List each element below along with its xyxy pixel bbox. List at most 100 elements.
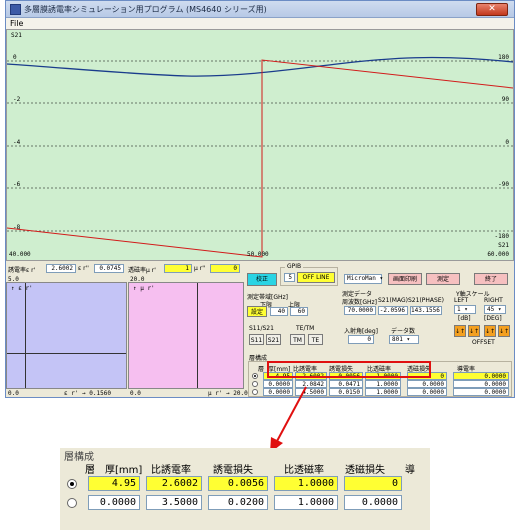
- er-subplot-title: ↑ ε r': [11, 285, 33, 292]
- layer-3-magnetic-loss[interactable]: 0.0000: [407, 380, 447, 388]
- mu-subplot-axis: μ r' → 20.0: [208, 390, 248, 397]
- s21-graph: S21 0 -2 -4 -6 -8 180 90 0 -90 -180 S21 …: [6, 29, 514, 261]
- zoom-layer-1-radio[interactable]: [67, 479, 77, 489]
- zoom-col-header: 導: [405, 465, 415, 476]
- gpib-group: GPIB 5 OFF LINE: [280, 263, 338, 286]
- layer-3-permeability[interactable]: 1.0000: [365, 380, 401, 388]
- zoom-col-header: 透磁損失: [345, 465, 385, 476]
- measure-button[interactable]: 測定: [426, 273, 460, 285]
- left-tick: -2: [13, 96, 21, 103]
- mu-subplot-title: ↑ μ r': [133, 285, 155, 292]
- title-bar: 多層膜誘電率シミュレーション用プログラム (MS4640 シリーズ用) ✕: [6, 1, 514, 18]
- zoom-layer-1-thickness[interactable]: 4.95: [88, 476, 140, 491]
- gpib-caption: GPIB: [285, 263, 304, 270]
- zoom-col-header: 比誘電率: [151, 465, 191, 476]
- lower-freq-input[interactable]: 40: [270, 307, 288, 316]
- layer-3-conductivity[interactable]: 0.0000: [453, 380, 509, 388]
- left-tick: -4: [13, 139, 21, 146]
- er2-input[interactable]: 0.0745: [94, 264, 124, 273]
- calibrate-button[interactable]: 校正: [247, 273, 277, 286]
- left-tick: -6: [13, 181, 21, 188]
- left-offset-arrows-2[interactable]: ↓↑: [468, 325, 480, 337]
- right-offset-arrows-2[interactable]: ↓↑: [498, 325, 510, 337]
- zoom-layer-2-permeability[interactable]: 1.0000: [274, 495, 338, 510]
- er-subplot-max: 5.0: [8, 276, 19, 283]
- zoom-col-header: 層: [85, 465, 95, 476]
- exit-button[interactable]: 終了: [474, 273, 508, 285]
- scale-left-select[interactable]: 1 ▾: [454, 305, 476, 314]
- layer-3-radio[interactable]: [252, 381, 258, 387]
- zoom-layer-2-permittivity[interactable]: 3.5000: [146, 495, 202, 510]
- db-label: [dB]: [458, 315, 471, 322]
- s21-phase-curve: [7, 59, 513, 258]
- er-subplot: ↑ ε r': [6, 282, 127, 389]
- zoom-layer-1-permeability[interactable]: 1.0000: [274, 476, 338, 491]
- right-tick: 0: [505, 139, 509, 146]
- s-caption: S11/S21: [249, 325, 274, 332]
- screen-print-button[interactable]: 画面印刷: [388, 273, 422, 285]
- x-tick: 40.000: [9, 251, 31, 258]
- layer-3-dielectric-loss[interactable]: 0.0471: [329, 380, 363, 388]
- offline-button[interactable]: OFF LINE: [297, 272, 335, 283]
- zoom-layer-2-radio[interactable]: [67, 498, 77, 508]
- er-label: 誘電率ε r': [8, 267, 36, 274]
- mu2-input[interactable]: 0: [210, 264, 240, 273]
- s21-button[interactable]: S21: [266, 334, 281, 345]
- menu-file[interactable]: File: [10, 19, 23, 28]
- tm-button[interactable]: TM: [290, 334, 305, 345]
- scale-left-label: LEFT: [454, 297, 469, 304]
- zoom-layer-2-dielectric-loss[interactable]: 0.0200: [208, 495, 268, 510]
- right-tick: -180: [494, 233, 509, 240]
- er2-label: ε r'': [78, 265, 89, 272]
- set-band-button[interactable]: 設定: [247, 306, 267, 317]
- s21-magnitude-curve: [7, 56, 513, 77]
- close-button[interactable]: ✕: [476, 3, 508, 16]
- highlight-box: [267, 361, 431, 378]
- zoom-layer-1-dielectric-loss[interactable]: 0.0056: [208, 476, 268, 491]
- er-input[interactable]: 2.6002: [46, 264, 76, 273]
- right-tick: 180: [498, 54, 509, 61]
- er-subplot-axis: ε r' → 0.1560: [64, 390, 111, 397]
- phase-value: 143.1556: [410, 306, 442, 315]
- s11-button[interactable]: S11: [249, 334, 264, 345]
- window-title: 多層膜誘電率シミュレーション用プログラム (MS4640 シリーズ用): [24, 5, 267, 14]
- mu2-label: μ r'': [194, 265, 206, 272]
- mu-label: 透磁率μ r': [128, 267, 156, 274]
- zoom-layer-2-magnetic-loss[interactable]: 0.0000: [344, 495, 402, 510]
- layer-4-magnetic-loss[interactable]: 0.0000: [407, 388, 447, 396]
- zoom-layer-1-magnetic-loss[interactable]: 0: [344, 476, 402, 491]
- zoom-col-header: 誘電損失: [213, 465, 253, 476]
- zoom-col-header: 厚[mm]: [105, 465, 143, 476]
- right-tick: -90: [498, 181, 509, 188]
- gpib-address-input[interactable]: 5: [284, 273, 295, 282]
- scale-right-label: RIGHT: [484, 297, 503, 304]
- layer-4-dielectric-loss[interactable]: 0.0150: [329, 388, 363, 396]
- zoom-panel: 層構成 層 厚[mm] 比誘電率 誘電損失 比透磁率 透磁損失 導 4.95 2…: [60, 448, 430, 530]
- layer-1-radio[interactable]: [252, 373, 258, 379]
- menu-bar: File: [6, 18, 514, 29]
- angle-input[interactable]: 0: [348, 335, 374, 344]
- upper-freq-input[interactable]: 60: [290, 307, 308, 316]
- layer-4-permeability[interactable]: 1.0000: [365, 388, 401, 396]
- points-select[interactable]: 801 ▾: [389, 335, 419, 344]
- zoom-layer-1-permittivity[interactable]: 2.6002: [146, 476, 202, 491]
- mu-subplot-max: 20.0: [130, 276, 145, 283]
- layer-1-conductivity[interactable]: 0.0000: [453, 372, 509, 380]
- right-offset-arrows[interactable]: ↓↑: [484, 325, 496, 337]
- x-tick: 60.000: [487, 251, 509, 258]
- te-button[interactable]: TE: [308, 334, 323, 345]
- zoom-col-header: 比透磁率: [284, 465, 324, 476]
- left-offset-arrows[interactable]: ↓↑: [454, 325, 466, 337]
- left-tick: 0: [13, 54, 17, 61]
- deg-label: [DEG]: [484, 315, 502, 322]
- layer-4-conductivity[interactable]: 0.0000: [453, 388, 509, 396]
- phase-label: S21(PHASE): [408, 297, 444, 304]
- freq-value: 70.0000: [344, 306, 376, 315]
- scale-right-select[interactable]: 45 ▾: [484, 305, 506, 314]
- zoom-layer-2-thickness[interactable]: 0.0000: [88, 495, 140, 510]
- mag-label: S21(MAG): [378, 297, 408, 304]
- points-caption: データ数: [391, 328, 416, 335]
- mu-input[interactable]: 1: [164, 264, 192, 273]
- model-select[interactable]: MicroMan ▾: [344, 274, 383, 284]
- layer-4-radio[interactable]: [252, 389, 258, 395]
